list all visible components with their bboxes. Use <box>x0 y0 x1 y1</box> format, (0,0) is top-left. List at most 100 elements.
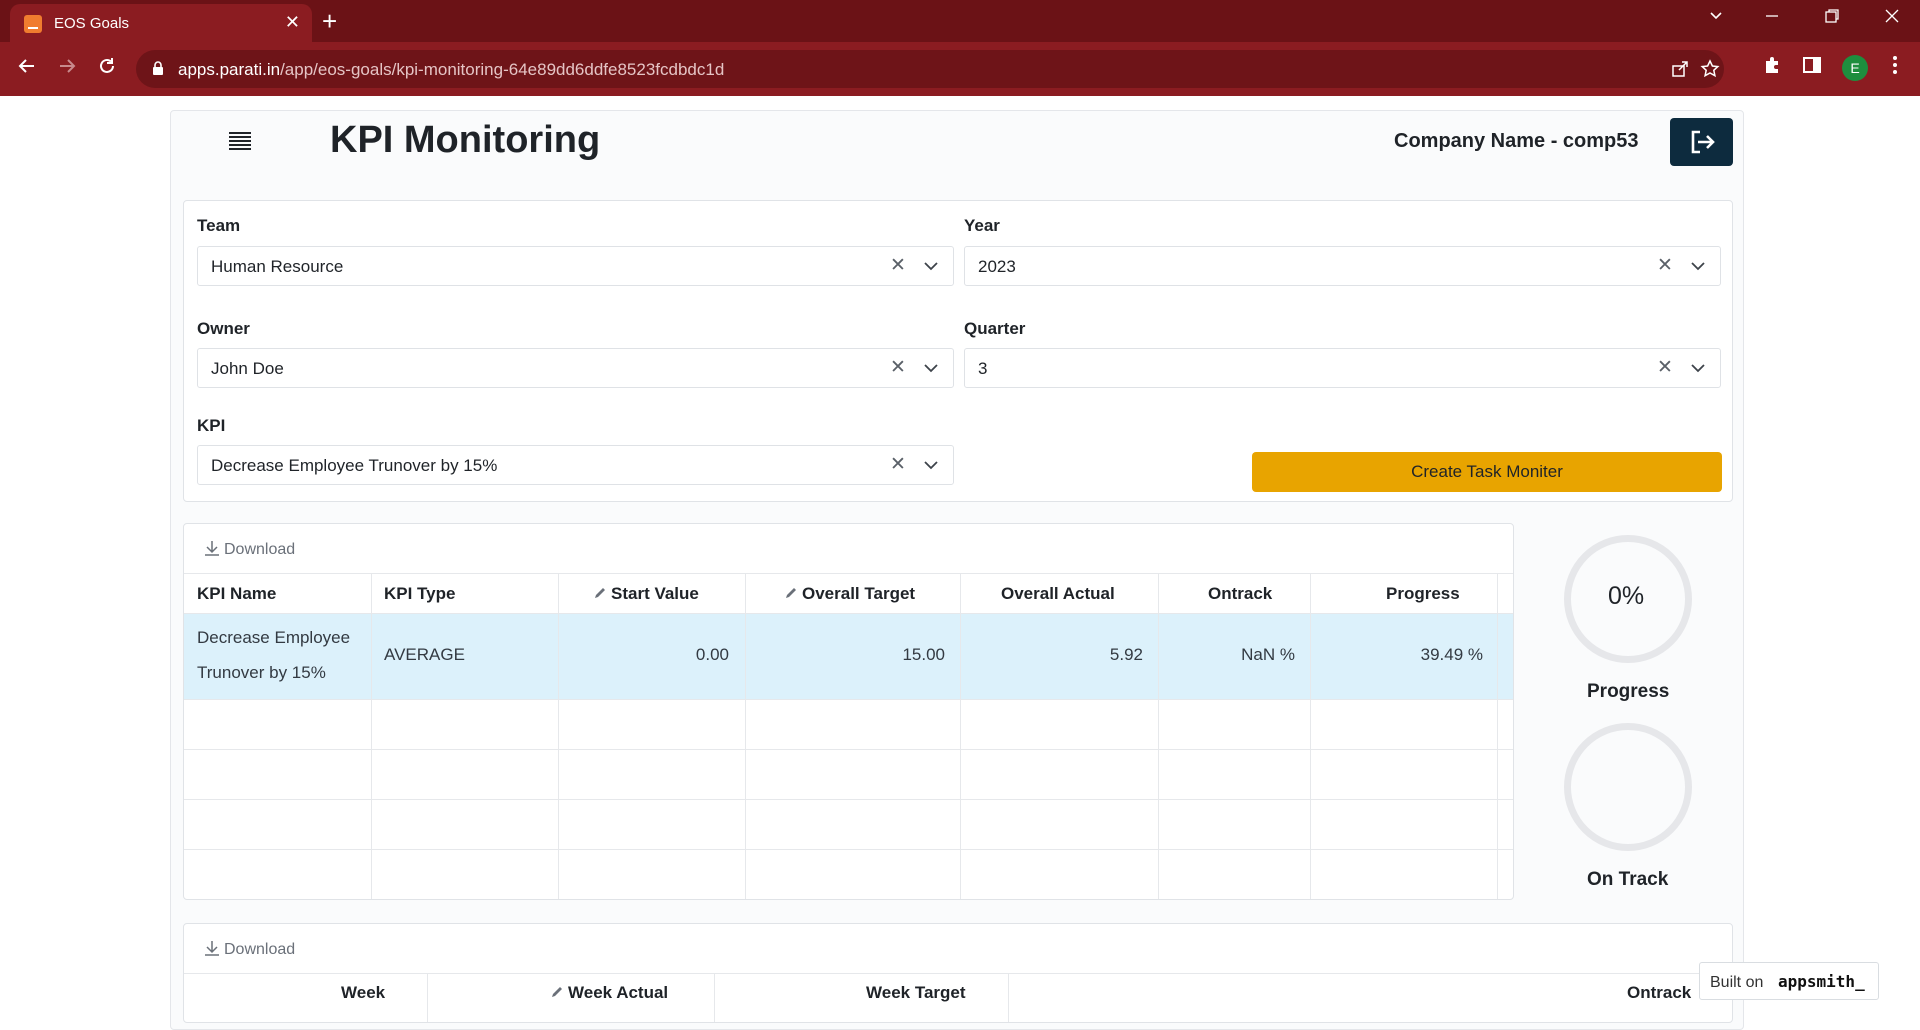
clear-icon[interactable]: ✕ <box>1657 255 1673 277</box>
column-header-kpi-name[interactable]: KPI Name <box>197 584 276 604</box>
company-name: Company Name - comp53 <box>1394 130 1639 152</box>
column-divider <box>1158 574 1159 899</box>
close-window-icon[interactable] <box>1884 8 1900 30</box>
column-header-overall-target[interactable]: Overall Target <box>784 584 915 604</box>
browser-toolbar: apps.parati.in/app/eos-goals/kpi-monitor… <box>0 42 1920 96</box>
kpi-select[interactable]: Decrease Employee Trunover by 15% ✕ <box>197 445 954 485</box>
cell-overall-actual: 5.92 <box>1109 645 1143 664</box>
quarter-value: 3 <box>978 359 988 378</box>
owner-label: Owner <box>197 319 250 338</box>
year-select[interactable]: 2023 ✕ <box>964 246 1721 286</box>
side-panel-icon[interactable] <box>1802 55 1822 81</box>
column-header-week-target[interactable]: Week Target <box>866 983 966 1003</box>
table-divider <box>184 799 1513 800</box>
create-task-moniter-button[interactable]: Create Task Moniter <box>1252 452 1722 492</box>
cell-kpi-name: Trunover by 15% <box>197 663 326 682</box>
download-button[interactable]: Download <box>204 540 295 559</box>
kpi-value: Decrease Employee Trunover by 15% <box>211 456 498 475</box>
kpi-table: Download KPI Name KPI Type Start Value O… <box>183 523 1514 900</box>
built-on-appsmith-badge[interactable]: Built on appsmith_ <box>1699 962 1879 1000</box>
cell-kpi-name: Decrease Employee <box>197 628 351 647</box>
column-header-progress[interactable]: Progress <box>1386 584 1460 604</box>
cell-kpi-type: AVERAGE <box>384 645 465 664</box>
favicon-icon <box>24 15 42 33</box>
minimize-icon[interactable] <box>1764 8 1780 30</box>
download-icon <box>205 541 219 556</box>
chevron-down-icon[interactable] <box>1688 256 1708 276</box>
column-header-week[interactable]: Week <box>341 983 385 1003</box>
progress-gauge-value: 0% <box>1608 582 1645 610</box>
table-divider <box>184 699 1513 700</box>
chevron-down-icon[interactable] <box>1688 358 1708 378</box>
reload-icon[interactable] <box>96 55 118 83</box>
column-divider <box>427 974 428 1022</box>
clear-icon[interactable]: ✕ <box>890 255 906 277</box>
edit-pencil-icon <box>786 588 796 598</box>
chevron-down-icon[interactable] <box>921 455 941 475</box>
clear-icon[interactable]: ✕ <box>890 454 906 476</box>
logout-button[interactable] <box>1670 118 1733 166</box>
table-divider <box>184 849 1513 850</box>
cell-progress: 39.49 % <box>1420 645 1483 664</box>
tab-search-icon[interactable] <box>1708 8 1724 30</box>
column-header-ontrack[interactable]: Ontrack <box>1208 584 1272 604</box>
column-divider <box>371 574 372 899</box>
quarter-label: Quarter <box>964 319 1026 338</box>
chevron-down-icon[interactable] <box>921 256 941 276</box>
url-text: apps.parati.in/app/eos-goals/kpi-monitor… <box>178 60 725 79</box>
bookmark-star-icon[interactable] <box>1700 59 1720 84</box>
forward-icon[interactable] <box>56 55 78 83</box>
column-header-start-value[interactable]: Start Value <box>593 584 699 604</box>
share-icon[interactable] <box>1670 59 1690 84</box>
column-divider <box>745 574 746 899</box>
tab-close-icon[interactable]: ✕ <box>285 12 300 32</box>
cell-start-value[interactable]: 0.00 <box>696 645 729 665</box>
team-select[interactable]: Human Resource ✕ <box>197 246 954 286</box>
column-header-kpi-type[interactable]: KPI Type <box>384 584 455 604</box>
built-on-text: Built on <box>1710 974 1764 991</box>
clear-icon[interactable]: ✕ <box>1657 357 1673 379</box>
column-header-week-actual[interactable]: Week Actual <box>550 983 668 1003</box>
column-divider <box>1008 974 1009 1022</box>
column-divider <box>960 574 961 899</box>
browser-tab[interactable]: EOS Goals ✕ <box>10 4 312 42</box>
cell-overall-target[interactable]: 15.00 <box>902 645 945 665</box>
chevron-down-icon[interactable] <box>921 358 941 378</box>
hamburger-menu-icon[interactable] <box>229 132 251 152</box>
owner-value: John Doe <box>211 359 284 378</box>
table-divider <box>184 573 1513 574</box>
quarter-select[interactable]: 3 ✕ <box>964 348 1721 388</box>
download-button[interactable]: Download <box>204 940 295 959</box>
year-label: Year <box>964 216 1000 235</box>
lock-icon <box>153 61 163 75</box>
column-divider <box>1497 574 1498 899</box>
logout-icon <box>1691 130 1715 154</box>
edit-pencil-icon <box>552 987 562 997</box>
team-label: Team <box>197 216 241 235</box>
browser-tab-strip: EOS Goals ✕ + <box>0 0 1920 42</box>
column-header-ontrack[interactable]: Ontrack <box>1627 983 1691 1003</box>
column-divider <box>714 974 715 1022</box>
download-icon <box>205 941 219 956</box>
cell-ontrack: NaN % <box>1241 645 1295 664</box>
restore-icon[interactable] <box>1824 8 1840 30</box>
owner-select[interactable]: John Doe ✕ <box>197 348 954 388</box>
address-bar[interactable]: apps.parati.in/app/eos-goals/kpi-monitor… <box>136 50 1724 88</box>
year-value: 2023 <box>978 257 1016 276</box>
new-tab-icon[interactable]: + <box>322 6 337 36</box>
back-icon[interactable] <box>16 55 38 83</box>
clear-icon[interactable]: ✕ <box>890 357 906 379</box>
on-track-gauge-label: On Track <box>1587 869 1669 890</box>
column-header-overall-actual[interactable]: Overall Actual <box>1001 584 1115 604</box>
edit-pencil-icon <box>595 588 605 598</box>
kpi-label: KPI <box>197 416 226 435</box>
table-divider <box>184 749 1513 750</box>
profile-avatar[interactable]: E <box>1842 55 1868 81</box>
extensions-icon[interactable] <box>1762 55 1782 81</box>
week-table: Download Week Week Actual Week Target On… <box>183 923 1733 1023</box>
tab-title: EOS Goals <box>54 15 130 32</box>
browser-menu-icon[interactable] <box>1892 55 1898 81</box>
progress-gauge-label: Progress <box>1587 681 1670 702</box>
table-divider <box>184 973 1732 974</box>
appsmith-brand: appsmith_ <box>1778 972 1865 991</box>
